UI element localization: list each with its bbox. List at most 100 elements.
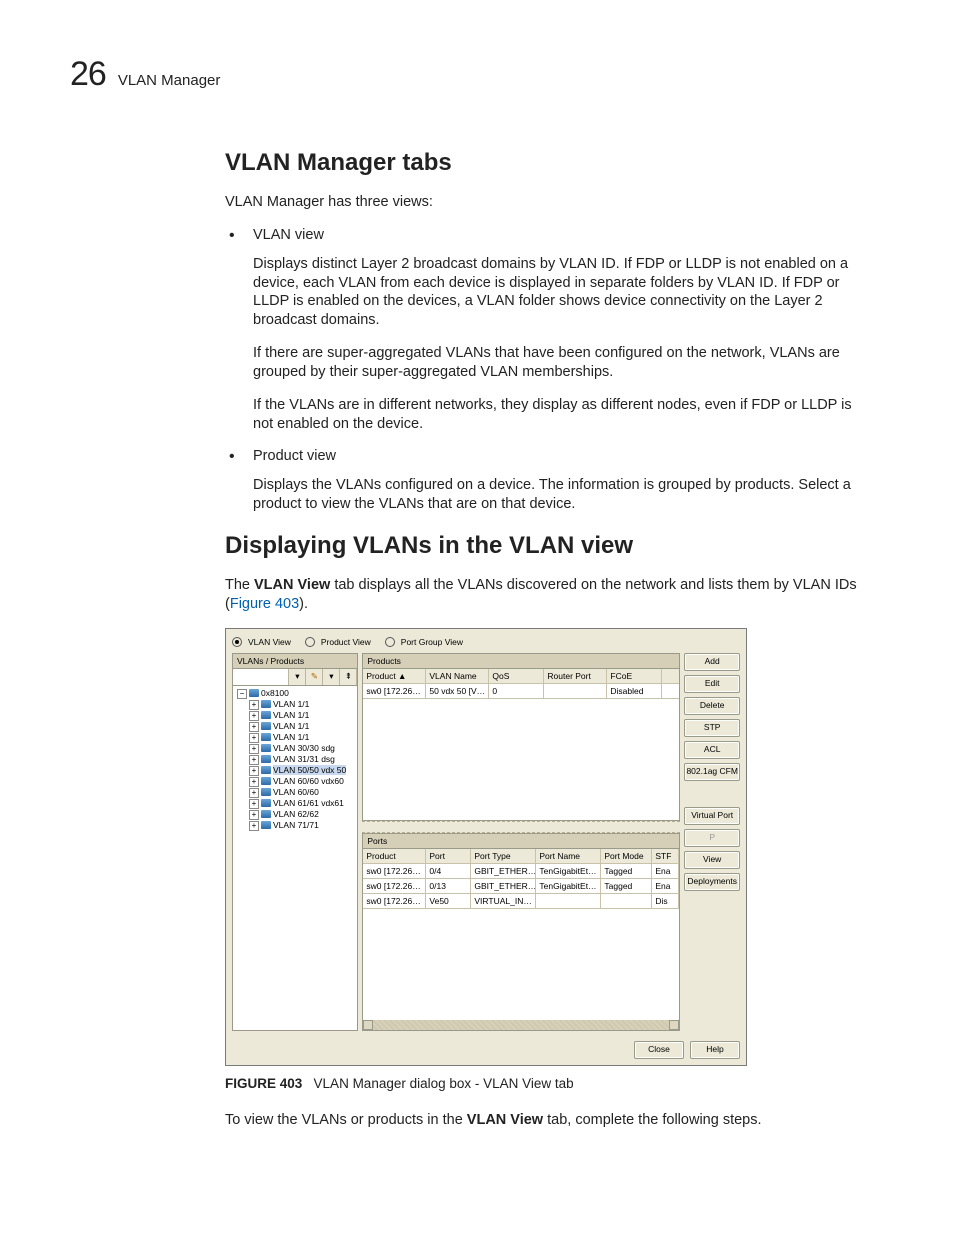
products-table: Product ▲VLAN NameQoSRouter PortFCoE sw0 … (362, 669, 680, 821)
tree-item[interactable]: +VLAN 1/1 (235, 721, 355, 732)
products-col-header[interactable]: VLAN Name (426, 669, 489, 683)
splitter[interactable] (362, 821, 680, 833)
tree-dropdown-icon-1[interactable]: ▾ (289, 669, 306, 685)
products-cell[interactable]: 0 (489, 684, 544, 698)
tree-item[interactable]: +VLAN 71/71 (235, 820, 355, 831)
stp-button[interactable]: STP (684, 719, 740, 737)
tree-item[interactable]: +VLAN 1/1 (235, 732, 355, 743)
radio-portgroup-view-label[interactable]: Port Group View (401, 637, 463, 647)
display-paragraph: The VLAN View tab displays all the VLANs… (225, 576, 874, 614)
products-col-header[interactable]: Product ▲ (363, 669, 426, 683)
deployments-button[interactable]: Deployments (684, 873, 740, 891)
tree-item[interactable]: +VLAN 50/50 vdx 50 (235, 765, 355, 776)
ports-col-header[interactable]: Port Name (536, 849, 601, 863)
figure-xref-link[interactable]: Figure 403 (230, 596, 299, 612)
virtual-port-button[interactable]: Virtual Port (684, 807, 740, 825)
ports-hscrollbar[interactable] (363, 1020, 679, 1030)
vlan-view-para-1: Displays distinct Layer 2 broadcast doma… (253, 255, 874, 330)
ports-cell[interactable]: Ena (652, 864, 679, 878)
products-col-header[interactable]: Router Port (544, 669, 607, 683)
ports-cell[interactable]: GBIT_ETHER… (471, 864, 536, 878)
ports-panel-header: Ports (362, 833, 680, 849)
tree-toolbar: ▾ ✎ ▾ ⇞ (232, 669, 358, 686)
ports-cell[interactable]: TenGigabitEt… (536, 879, 601, 893)
ports-cell[interactable]: Ve50 (426, 894, 471, 908)
tree-pencil-icon[interactable]: ✎ (306, 669, 323, 685)
tree-root-item[interactable]: −0x8100 (235, 688, 355, 699)
tree-combo-1[interactable] (233, 669, 289, 685)
ports-cell[interactable]: sw0 [172.26… (363, 894, 426, 908)
ports-cell[interactable]: Dis (652, 894, 679, 908)
vlan-view-para-2: If there are super-aggregated VLANs that… (253, 344, 874, 382)
figure-caption-text: VLAN Manager dialog box - VLAN View tab (314, 1076, 574, 1091)
tree-item[interactable]: +VLAN 1/1 (235, 710, 355, 721)
products-col-header[interactable]: FCoE (607, 669, 662, 683)
ports-cell[interactable]: sw0 [172.26… (363, 879, 426, 893)
ports-cell[interactable]: GBIT_ETHER… (471, 879, 536, 893)
close-button[interactable]: Close (634, 1041, 684, 1059)
closing-post: tab, complete the following steps. (543, 1112, 761, 1128)
radio-vlan-view-dot[interactable] (232, 637, 242, 647)
header-title: VLAN Manager (118, 72, 221, 89)
figure-label: FIGURE 403 (225, 1076, 302, 1091)
heading-display: Displaying VLANs in the VLAN view (225, 532, 874, 560)
tree-item[interactable]: +VLAN 61/61 vdx61 (235, 798, 355, 809)
help-button[interactable]: Help (690, 1041, 740, 1059)
add-button[interactable]: Add (684, 653, 740, 671)
ports-cell[interactable]: Tagged (601, 879, 652, 893)
display-pre: The (225, 577, 254, 593)
page-number: 26 (70, 55, 106, 94)
display-bold: VLAN View (254, 577, 330, 593)
ports-col-header[interactable]: Port Mode (601, 849, 652, 863)
view-radio-row: VLAN View Product View Port Group View (226, 629, 746, 653)
closing-pre: To view the VLANs or products in the (225, 1112, 467, 1128)
bullet-vlan-view: VLAN view Displays distinct Layer 2 broa… (225, 226, 874, 434)
scroll-right-icon[interactable] (669, 1020, 679, 1030)
closing-bold: VLAN View (467, 1112, 543, 1128)
tree-item[interactable]: +VLAN 31/31 dsg (235, 754, 355, 765)
closing-paragraph: To view the VLANs or products in the VLA… (225, 1111, 874, 1130)
ports-cell[interactable] (536, 894, 601, 908)
ports-col-header[interactable]: Port (426, 849, 471, 863)
products-cell[interactable]: Disabled (607, 684, 662, 698)
product-view-para-1: Displays the VLANs configured on a devic… (253, 476, 874, 514)
vlan-view-para-3: If the VLANs are in different networks, … (253, 396, 874, 434)
delete-button[interactable]: Delete (684, 697, 740, 715)
display-end: ). (299, 596, 308, 612)
radio-vlan-view-label[interactable]: VLAN View (248, 637, 291, 647)
ports-col-header[interactable]: Port Type (471, 849, 536, 863)
ports-cell[interactable]: 0/13 (426, 879, 471, 893)
ports-cell[interactable]: Tagged (601, 864, 652, 878)
ports-cell[interactable]: Ena (652, 879, 679, 893)
tree-item[interactable]: +VLAN 62/62 (235, 809, 355, 820)
radio-product-view-dot[interactable] (305, 637, 315, 647)
ports-cell[interactable]: sw0 [172.26… (363, 864, 426, 878)
cfm-button[interactable]: 802.1ag CFM (684, 763, 740, 781)
ports-cell[interactable] (601, 894, 652, 908)
tree-collapse-icon[interactable]: ⇞ (340, 669, 357, 685)
radio-portgroup-view-dot[interactable] (385, 637, 395, 647)
scroll-left-icon[interactable] (363, 1020, 373, 1030)
tree-item[interactable]: +VLAN 60/60 vdx60 (235, 776, 355, 787)
products-cell[interactable]: sw0 [172.26… (363, 684, 426, 698)
products-cell[interactable]: 50 vdx 50 [V… (426, 684, 489, 698)
tree-item[interactable]: +VLAN 30/30 sdg (235, 743, 355, 754)
intro-paragraph: VLAN Manager has three views: (225, 193, 874, 212)
ports-col-header[interactable]: Product (363, 849, 426, 863)
tree-item[interactable]: +VLAN 1/1 (235, 699, 355, 710)
p-button[interactable]: P (684, 829, 740, 847)
products-cell[interactable] (544, 684, 607, 698)
acl-button[interactable]: ACL (684, 741, 740, 759)
ports-col-header[interactable]: STF (652, 849, 679, 863)
ports-cell[interactable]: TenGigabitEt… (536, 864, 601, 878)
tree-dropdown-icon-2[interactable]: ▾ (323, 669, 340, 685)
products-col-header[interactable]: QoS (489, 669, 544, 683)
ports-cell[interactable]: VIRTUAL_IN… (471, 894, 536, 908)
view-button[interactable]: View (684, 851, 740, 869)
edit-button[interactable]: Edit (684, 675, 740, 693)
radio-product-view-label[interactable]: Product View (321, 637, 371, 647)
vlan-tree[interactable]: −0x8100+VLAN 1/1+VLAN 1/1+VLAN 1/1+VLAN … (232, 686, 358, 1031)
bullet-product-view-title: Product view (253, 448, 336, 464)
tree-item[interactable]: +VLAN 60/60 (235, 787, 355, 798)
ports-cell[interactable]: 0/4 (426, 864, 471, 878)
